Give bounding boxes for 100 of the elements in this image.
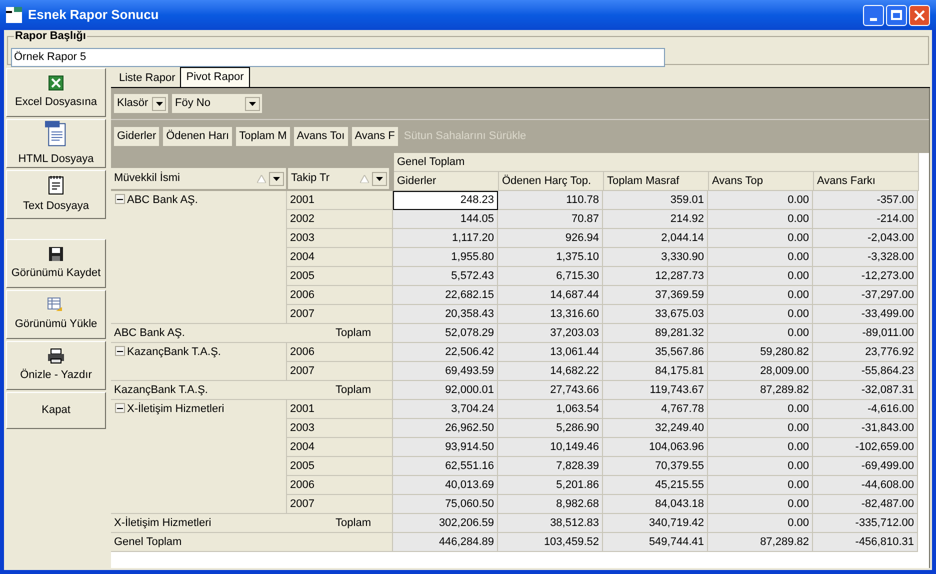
sidebar-button[interactable]: Görünümü Kaydet <box>6 239 106 288</box>
value-cell: -102,659.00 <box>813 438 918 457</box>
value-cell: 0.00 <box>708 229 813 248</box>
data-field-chip[interactable]: Ödenen Harı <box>163 127 232 146</box>
column-header[interactable]: Ödenen Harç Top. <box>499 172 604 191</box>
total-row-label: ABC Bank AŞ. <box>114 326 185 341</box>
column-header[interactable]: Avans Farkı <box>814 172 919 191</box>
filter-field-chip[interactable]: Föy No <box>172 94 262 113</box>
value-cell: 0.00 <box>708 419 813 438</box>
sidebar-button[interactable]: Text Dosyaya <box>6 170 106 219</box>
value-cell: 93,914.50 <box>393 438 498 457</box>
value-cell: 70.87 <box>498 210 603 229</box>
value-cell: 0.00 <box>708 248 813 267</box>
value-cell: 0.00 <box>708 495 813 514</box>
printer-icon <box>47 348 65 364</box>
value-cell: -456,810.31 <box>813 533 918 552</box>
value-cell: 0.00 <box>708 286 813 305</box>
value-cell: 248.23 <box>393 191 498 210</box>
value-cell: 110.78 <box>498 191 603 210</box>
value-cell: 3,704.24 <box>393 400 498 419</box>
year-cell: 2003 <box>287 419 393 438</box>
column-header[interactable]: Toplam Masraf <box>604 172 709 191</box>
value-cell: 0.00 <box>708 191 813 210</box>
minimize-button[interactable] <box>863 4 884 26</box>
value-cell: 10,149.46 <box>498 438 603 457</box>
tab[interactable]: Liste Rapor <box>114 70 180 87</box>
value-cell: 446,284.89 <box>393 533 498 552</box>
column-header[interactable]: Giderler <box>394 172 499 191</box>
year-cell: 2006 <box>287 476 393 495</box>
value-cell: 1,955.80 <box>393 248 498 267</box>
spreadsheet-icon <box>48 74 64 91</box>
value-cell: -335,712.00 <box>813 514 918 533</box>
value-cell: 92,000.01 <box>393 381 498 400</box>
value-cell: 5,201.86 <box>498 476 603 495</box>
group-label: Rapor Başlığı <box>14 30 87 43</box>
value-cell: 1,063.54 <box>498 400 603 419</box>
value-cell: 0.00 <box>708 457 813 476</box>
row-field-chip[interactable]: Takip Tr <box>288 168 389 189</box>
data-field-chip[interactable]: Giderler <box>114 127 160 146</box>
total-label: Toplam <box>336 326 372 341</box>
value-cell: -55,864.23 <box>813 362 918 381</box>
data-field-chip[interactable]: Avans F <box>352 127 398 146</box>
column-header[interactable]: Avans Top <box>709 172 814 191</box>
year-cell: 2004 <box>287 438 393 457</box>
value-cell: 59,280.82 <box>708 343 813 362</box>
value-cell: 14,682.22 <box>498 362 603 381</box>
sidebar-button[interactable]: Önizle - Yazdır <box>6 341 106 390</box>
tab[interactable]: Pivot Rapor <box>180 67 250 87</box>
year-cell: 2006 <box>287 343 393 362</box>
filter-field-chip[interactable]: Klasör <box>114 94 168 113</box>
value-cell: 359.01 <box>603 191 708 210</box>
collapse-toggle[interactable] <box>115 346 125 356</box>
sidebar-button[interactable]: Görünümü Yükle <box>6 290 106 339</box>
maximize-button[interactable] <box>886 4 907 26</box>
data-field-chip[interactable]: Avans Toı <box>294 127 348 146</box>
report-title-field[interactable]: Örnek Rapor 5 <box>11 48 665 66</box>
value-cell: 14,687.44 <box>498 286 603 305</box>
collapse-toggle[interactable] <box>115 403 125 413</box>
value-cell: 0.00 <box>708 324 813 343</box>
value-cell: 27,743.66 <box>498 381 603 400</box>
value-cell: 69,493.59 <box>393 362 498 381</box>
value-cell: -33,499.00 <box>813 305 918 324</box>
value-cell: -31,843.00 <box>813 419 918 438</box>
row-field-chip[interactable]: Müvekkil İsmi <box>111 168 286 189</box>
sidebar-button[interactable]: Kapat <box>6 392 106 429</box>
value-cell: -89,011.00 <box>813 324 918 343</box>
total-label: Toplam <box>336 383 372 398</box>
value-cell: -37,297.00 <box>813 286 918 305</box>
column-group-header: Genel Toplam <box>394 153 919 172</box>
value-cell: -32,087.31 <box>813 381 918 400</box>
value-cell: 119,743.67 <box>603 381 708 400</box>
sidebar-button[interactable]: Excel Dosyasına <box>6 68 106 117</box>
total-row-label: KazançBank T.A.Ş. <box>114 383 208 398</box>
value-cell: 4,767.78 <box>603 400 708 419</box>
value-cell: 0.00 <box>708 267 813 286</box>
value-cell: 45,215.55 <box>603 476 708 495</box>
collapse-toggle[interactable] <box>115 194 125 204</box>
close-button[interactable] <box>909 4 930 26</box>
sidebar-button[interactable]: HTML Dosyaya <box>6 119 106 168</box>
data-field-chip[interactable]: Toplam M <box>236 127 290 146</box>
value-cell: 7,828.39 <box>498 457 603 476</box>
value-cell: -69,499.00 <box>813 457 918 476</box>
value-cell: 549,744.41 <box>603 533 708 552</box>
value-cell: 84,175.81 <box>603 362 708 381</box>
value-cell: 926.94 <box>498 229 603 248</box>
value-cell: 0.00 <box>708 476 813 495</box>
value-cell: 70,379.55 <box>603 457 708 476</box>
value-cell: 23,776.92 <box>813 343 918 362</box>
value-cell: 340,719.42 <box>603 514 708 533</box>
value-cell: 37,203.03 <box>498 324 603 343</box>
value-cell: 87,289.82 <box>708 381 813 400</box>
value-cell: 22,506.42 <box>393 343 498 362</box>
value-cell: 5,572.43 <box>393 267 498 286</box>
value-cell: 32,249.40 <box>603 419 708 438</box>
value-cell: 0.00 <box>708 438 813 457</box>
value-cell: 37,369.59 <box>603 286 708 305</box>
row-group-label: ABC Bank AŞ. <box>127 194 198 206</box>
total-label: Toplam <box>336 516 372 531</box>
value-cell: 12,287.73 <box>603 267 708 286</box>
value-cell: 87,289.82 <box>708 533 813 552</box>
